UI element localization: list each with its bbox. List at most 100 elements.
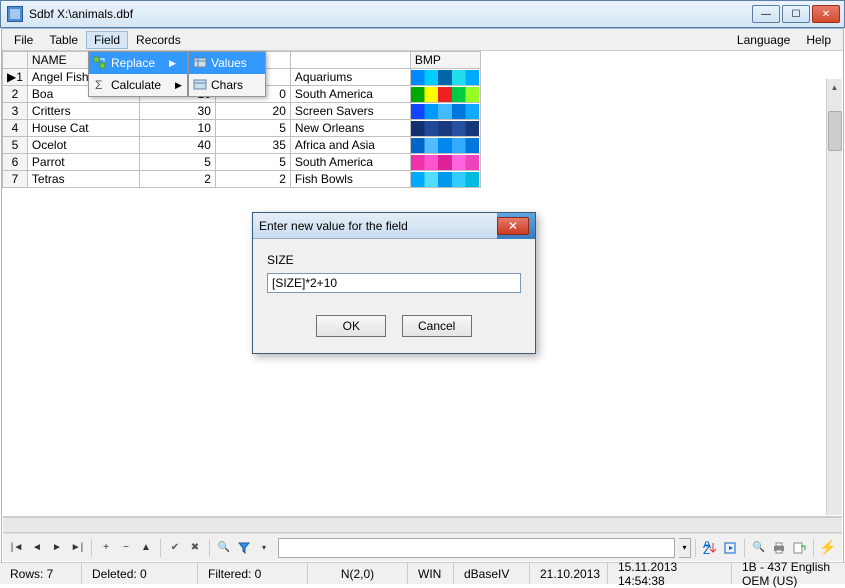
cell-size[interactable]: 30: [139, 103, 215, 120]
menu-table[interactable]: Table: [41, 31, 86, 49]
cell-weight[interactable]: 20: [215, 103, 290, 120]
maximize-button[interactable]: ☐: [782, 5, 810, 23]
vertical-scrollbar[interactable]: ▲: [826, 79, 842, 515]
table-row[interactable]: 3Critters3020Screen Savers: [3, 103, 481, 120]
submenu-arrow-icon: ▶: [175, 80, 182, 91]
minimize-button[interactable]: —: [752, 5, 780, 23]
filter-dropdown-icon[interactable]: ▾: [255, 539, 273, 557]
cell-bmp[interactable]: [410, 86, 480, 103]
cell-bmp[interactable]: [410, 103, 480, 120]
row-indicator: 6: [3, 154, 28, 171]
status-filtered: Filtered: 0: [198, 563, 308, 584]
export-icon[interactable]: [790, 539, 808, 557]
table-row[interactable]: 7Tetras22Fish Bowls: [3, 171, 481, 188]
cell-size[interactable]: 10: [139, 120, 215, 137]
close-button[interactable]: ✕: [812, 5, 840, 23]
svg-text:Σ: Σ: [95, 78, 102, 92]
submenu-arrow-icon: ▶: [169, 58, 176, 69]
status-rows: Rows: 7: [0, 563, 82, 584]
enter-value-dialog: Enter new value for the field ✕ SIZE OK …: [252, 212, 536, 354]
cell-area[interactable]: Screen Savers: [290, 103, 410, 120]
dialog-close-button[interactable]: ✕: [497, 217, 529, 235]
cell-weight[interactable]: 2: [215, 171, 290, 188]
cell-name[interactable]: House Cat: [27, 120, 139, 137]
menu-item-replace[interactable]: Replace ▶: [89, 52, 187, 74]
menu-records[interactable]: Records: [128, 31, 189, 49]
filter-icon[interactable]: [235, 539, 253, 557]
cell-area[interactable]: Africa and Asia: [290, 137, 410, 154]
nav-cancel-button[interactable]: ✖: [186, 539, 204, 557]
nav-edit-button[interactable]: ▲: [137, 539, 155, 557]
menu-item-chars[interactable]: Chars: [189, 74, 265, 96]
row-indicator: 7: [3, 171, 28, 188]
cell-size[interactable]: 2: [139, 171, 215, 188]
cell-size[interactable]: 5: [139, 154, 215, 171]
app-icon: [7, 6, 23, 22]
status-codepage: 1B - 437 English OEM (US): [732, 563, 845, 584]
menu-item-values[interactable]: Values: [189, 52, 265, 74]
cell-weight[interactable]: 5: [215, 154, 290, 171]
menu-help[interactable]: Help: [798, 31, 839, 49]
row-indicator: 2: [3, 86, 28, 103]
cell-size[interactable]: 40: [139, 137, 215, 154]
col-header-bmp[interactable]: BMP: [410, 52, 480, 69]
table-row[interactable]: 6Parrot55South America: [3, 154, 481, 171]
table-row[interactable]: 5Ocelot4035Africa and Asia: [3, 137, 481, 154]
table-row[interactable]: 4House Cat105New Orleans: [3, 120, 481, 137]
status-format: dBaseIV: [454, 563, 530, 584]
cell-bmp[interactable]: [410, 171, 480, 188]
cell-area[interactable]: Fish Bowls: [290, 171, 410, 188]
dialog-value-input[interactable]: [267, 273, 521, 293]
cell-area[interactable]: Aquariums: [290, 69, 410, 86]
cancel-button[interactable]: Cancel: [402, 315, 472, 337]
dialog-field-label: SIZE: [267, 253, 521, 267]
ok-button[interactable]: OK: [316, 315, 386, 337]
cell-weight[interactable]: 35: [215, 137, 290, 154]
cell-name[interactable]: Parrot: [27, 154, 139, 171]
print-icon[interactable]: [770, 539, 788, 557]
nav-post-button[interactable]: ✔: [166, 539, 184, 557]
cell-area[interactable]: New Orleans: [290, 120, 410, 137]
cell-area[interactable]: South America: [290, 86, 410, 103]
window-title: Sdbf X:\animals.dbf: [29, 7, 750, 21]
goto-icon[interactable]: [721, 539, 739, 557]
cell-name[interactable]: Tetras: [27, 171, 139, 188]
search-icon[interactable]: 🔍: [215, 539, 233, 557]
menu-language[interactable]: Language: [729, 31, 798, 49]
replace-submenu-dropdown: Values Chars: [188, 51, 266, 97]
cell-area[interactable]: South America: [290, 154, 410, 171]
scroll-up-icon[interactable]: ▲: [827, 79, 842, 95]
scroll-thumb[interactable]: [828, 111, 842, 151]
field-menu-dropdown: Replace ▶ Σ Calculate ▶: [88, 51, 188, 97]
nav-next-button[interactable]: ►: [48, 539, 66, 557]
chars-icon: [193, 77, 207, 93]
filter-combo-dropdown[interactable]: ▾: [679, 538, 691, 558]
window-titlebar: Sdbf X:\animals.dbf — ☐ ✕: [0, 0, 845, 28]
nav-last-button[interactable]: ►|: [68, 539, 86, 557]
cell-bmp[interactable]: [410, 69, 480, 86]
rowheader-corner: [3, 52, 28, 69]
nav-prev-button[interactable]: ◄: [28, 539, 46, 557]
cell-bmp[interactable]: [410, 120, 480, 137]
horizontal-scrollbar[interactable]: [3, 517, 842, 533]
nav-add-button[interactable]: +: [97, 539, 115, 557]
row-indicator: 4: [3, 120, 28, 137]
nav-delete-button[interactable]: −: [117, 539, 135, 557]
menu-item-calculate[interactable]: Σ Calculate ▶: [89, 74, 187, 96]
status-deleted: Deleted: 0: [82, 563, 198, 584]
filter-input[interactable]: [278, 538, 675, 558]
cell-weight[interactable]: 5: [215, 120, 290, 137]
refresh-icon[interactable]: ⚡: [819, 539, 837, 557]
zoom-icon[interactable]: 🔍: [750, 539, 768, 557]
cell-bmp[interactable]: [410, 154, 480, 171]
nav-first-button[interactable]: |◄: [8, 539, 26, 557]
cell-name[interactable]: Critters: [27, 103, 139, 120]
status-date1: 21.10.2013: [530, 563, 608, 584]
menu-field[interactable]: Field: [86, 31, 128, 49]
menu-file[interactable]: File: [6, 31, 41, 49]
sort-asc-icon[interactable]: AZ: [701, 539, 719, 557]
cell-bmp[interactable]: [410, 137, 480, 154]
status-type: N(2,0): [308, 563, 408, 584]
cell-name[interactable]: Ocelot: [27, 137, 139, 154]
row-indicator: 5: [3, 137, 28, 154]
